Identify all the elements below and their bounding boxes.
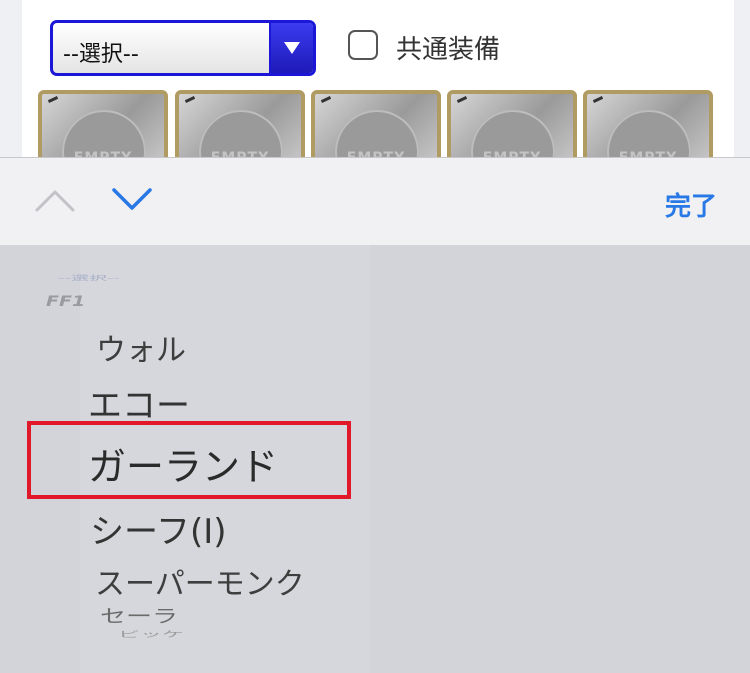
picker-option[interactable]: FF1 — [46, 293, 85, 310]
picker-option[interactable]: ビッケ — [118, 628, 184, 639]
chevron-down-icon — [284, 42, 300, 54]
keyboard-accessory-toolbar: 完了 — [0, 157, 750, 246]
picker-option[interactable]: --選択-- — [58, 273, 120, 282]
common-equipment-label: 共通装備 — [396, 35, 501, 65]
picker-option[interactable]: シーフ(I) — [90, 504, 227, 553]
chevron-up-icon — [35, 190, 75, 212]
previous-field-button[interactable] — [33, 186, 77, 214]
select-arrow-button[interactable] — [269, 23, 313, 73]
select-value: --選択-- — [63, 42, 139, 67]
slot-mark — [184, 96, 196, 103]
next-field-button[interactable] — [110, 186, 154, 214]
web-page-area: --選択-- 共通装備 EMPTY EMPTY EMPTY EMPTY EMPT… — [0, 0, 750, 170]
done-button[interactable]: 完了 — [665, 186, 717, 223]
common-equipment-checkbox[interactable] — [348, 30, 378, 60]
picker-wheel[interactable]: --選択-- FF1 ウォル エコー ガーランド シーフ(I) スーパーモンク … — [0, 245, 750, 673]
picker-option[interactable]: スーパーモンク — [95, 559, 305, 603]
slot-mark — [592, 96, 604, 103]
picker-option[interactable]: セーラ — [100, 602, 178, 628]
slot-mark — [47, 96, 59, 103]
slot-mark — [320, 96, 332, 103]
slot-mark — [456, 96, 468, 103]
selection-highlight-box — [27, 421, 351, 499]
chevron-down-icon — [112, 188, 152, 210]
picker-option[interactable]: ウォル — [96, 325, 186, 369]
character-select[interactable]: --選択-- — [50, 20, 316, 76]
picker-option[interactable]: エコー — [88, 378, 190, 427]
